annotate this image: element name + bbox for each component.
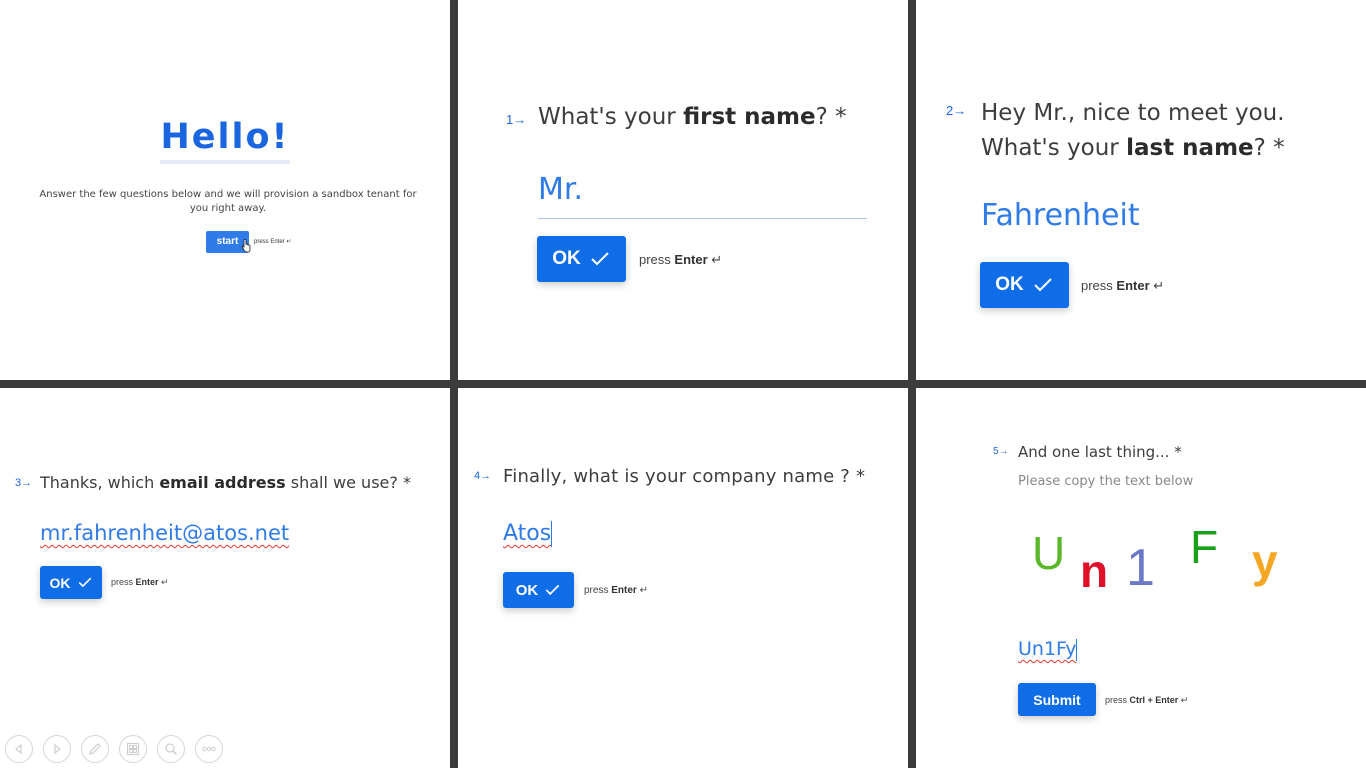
hand-cursor-icon — [241, 239, 251, 253]
ok-button[interactable]: OK — [40, 566, 102, 599]
enter-hint: press Enter ↵ — [584, 585, 648, 596]
question-text: And one last thing... * — [1018, 443, 1182, 461]
enter-hint: press Enter ↵ — [111, 577, 169, 587]
last-name-input[interactable]: Fahrenheit — [981, 198, 1140, 233]
captcha-char: U — [1032, 527, 1066, 579]
question-email-panel: 3→ Thanks, which email address shall we … — [0, 388, 450, 768]
ok-button[interactable]: OK — [980, 262, 1069, 308]
more-icon[interactable] — [195, 735, 223, 763]
ctrl-enter-hint: press Ctrl + Enter ↵ — [1105, 695, 1189, 705]
submit-button[interactable]: Submit — [1018, 683, 1096, 716]
question-captcha-panel: 5→ And one last thing... * Please copy t… — [916, 388, 1366, 768]
start-hint: press Enter ↵ — [254, 239, 292, 245]
captcha-image: U n 1 F y — [1016, 508, 1306, 598]
question-last-name-panel: 2→ Hey Mr., nice to meet you. What's you… — [916, 0, 1366, 380]
welcome-panel: Hello! Answer the few questions below an… — [0, 0, 450, 380]
captcha-char: F — [1190, 521, 1219, 573]
slides-icon[interactable] — [119, 735, 147, 763]
question-text: What's your first name? * — [538, 104, 847, 130]
enter-hint: press Enter ↵ — [1081, 278, 1165, 293]
ok-button[interactable]: OK — [537, 236, 626, 282]
checkmark-icon — [591, 252, 609, 266]
zoom-icon[interactable] — [157, 735, 185, 763]
next-icon[interactable] — [43, 735, 71, 763]
question-company-panel: 4→ Finally, what is your company name ? … — [458, 388, 908, 768]
question-first-name-panel: 1→ What's your first name? * Mr. OK pres… — [458, 0, 908, 380]
checkmark-icon — [545, 584, 560, 596]
question-text: Thanks, which email address shall we use… — [40, 473, 411, 492]
question-number: 5→ — [993, 446, 1009, 457]
welcome-intro: Answer the few questions below and we wi… — [39, 189, 417, 214]
checkmark-icon — [78, 577, 91, 588]
question-number: 3→ — [15, 477, 33, 489]
question-number: 1→ — [506, 112, 527, 127]
question-subtext: Please copy the text below — [1018, 474, 1194, 489]
input-underline — [538, 218, 867, 219]
captcha-char: n — [1080, 545, 1109, 597]
captcha-input[interactable]: Un1Fy — [1018, 638, 1078, 661]
captcha-char: 1 — [1126, 539, 1155, 597]
presentation-toolbar — [5, 735, 223, 763]
question-number: 2→ — [946, 103, 967, 118]
checkmark-icon — [1034, 278, 1052, 292]
pen-icon[interactable] — [81, 735, 109, 763]
question-text: Hey Mr., nice to meet you. What's your l… — [981, 100, 1285, 161]
welcome-title: Hello! — [0, 116, 450, 164]
email-input[interactable]: mr.fahrenheit@atos.net — [40, 521, 289, 545]
ok-button[interactable]: OK — [503, 572, 574, 608]
question-number: 4→ — [474, 470, 492, 482]
enter-hint: press Enter ↵ — [639, 252, 723, 267]
first-name-input[interactable]: Mr. — [538, 172, 583, 207]
company-input[interactable]: Atos — [503, 521, 553, 547]
captcha-char: y — [1252, 535, 1278, 587]
previous-icon[interactable] — [5, 735, 33, 763]
question-text: Finally, what is your company name ? * — [503, 466, 866, 487]
slide-grid: Hello! Answer the few questions below an… — [0, 0, 1366, 768]
